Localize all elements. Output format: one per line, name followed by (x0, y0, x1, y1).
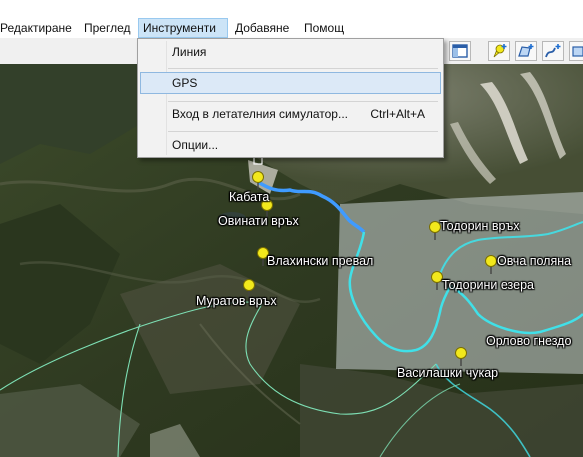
menu-view[interactable]: Преглед (80, 18, 135, 38)
place-label[interactable]: Василашки чукар (397, 366, 498, 380)
add-placemark-icon[interactable] (488, 41, 510, 61)
pin-icon[interactable] (484, 254, 498, 276)
place-label[interactable]: Овча поляна (497, 254, 571, 268)
place-label[interactable]: Муратов връх (196, 294, 277, 308)
place-label[interactable]: Тодорин връх (440, 219, 520, 233)
place-label[interactable]: Орлово гнездо (486, 334, 571, 348)
menu-bar: Редактиране Преглед Инструменти Добавяне… (0, 0, 583, 38)
add-overlay-icon[interactable] (569, 41, 583, 61)
menu-add[interactable]: Добавяне (231, 18, 293, 38)
menu-item-options[interactable]: Опции... (140, 134, 441, 156)
add-path-icon[interactable] (542, 41, 564, 61)
menu-item-label: Вход в летателния симулатор... (172, 107, 348, 121)
pin-icon[interactable] (251, 170, 265, 192)
place-label[interactable]: Тодорини езера (442, 278, 534, 292)
menu-item-shortcut: Ctrl+Alt+A (370, 107, 425, 121)
tools-dropdown-menu: Линия GPS Вход в летателния симулатор...… (137, 38, 444, 158)
menu-tools[interactable]: Инструменти (138, 18, 228, 38)
pin-icon[interactable] (454, 346, 468, 368)
menu-separator (168, 131, 438, 132)
menu-item-label: Линия (172, 45, 207, 59)
menu-help[interactable]: Помощ (300, 18, 348, 38)
add-polygon-icon[interactable] (515, 41, 537, 61)
place-label[interactable]: Овинати връх (218, 214, 299, 228)
window-layout-icon[interactable] (449, 41, 471, 61)
menu-edit[interactable]: Редактиране (0, 18, 76, 38)
menu-separator (168, 101, 438, 102)
menu-item-label: Опции... (172, 138, 219, 152)
menu-item-label: GPS (172, 76, 198, 90)
menu-item-line[interactable]: Линия (140, 41, 441, 63)
menu-separator (168, 68, 438, 69)
menu-item-flight-simulator[interactable]: Вход в летателния симулатор... Ctrl+Alt+… (140, 103, 441, 125)
menu-item-gps[interactable]: GPS (140, 72, 441, 94)
place-label[interactable]: Кабата (229, 190, 269, 204)
place-label[interactable]: Влахински превал (267, 254, 373, 268)
